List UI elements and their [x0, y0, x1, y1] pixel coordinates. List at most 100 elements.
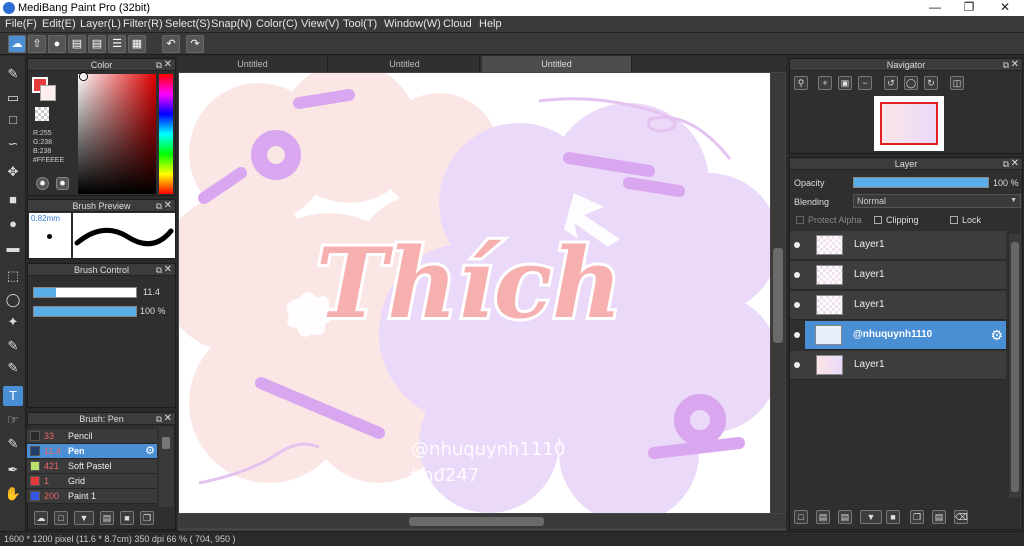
brush-item-pencil[interactable]: 33 Pencil — [27, 429, 157, 444]
brush-item-grid[interactable]: 1 Grid — [27, 474, 157, 489]
brush-list-scrollbar[interactable] — [159, 427, 173, 507]
hand-tool-icon[interactable]: ✋ — [3, 484, 23, 504]
layer-row[interactable]: Layer1 — [790, 231, 1006, 260]
minimize-icon[interactable]: — — [918, 0, 952, 16]
navigator-viewport[interactable] — [880, 102, 938, 145]
rotate-reset-icon[interactable]: ◯ — [904, 76, 918, 90]
text-tool-icon[interactable]: T — [3, 386, 23, 406]
gradient-tool-icon[interactable]: ▬ — [3, 238, 23, 258]
hue-slider[interactable] — [159, 74, 173, 194]
visibility-eye-icon[interactable] — [794, 242, 800, 248]
flip-icon[interactable]: ◫ — [950, 76, 964, 90]
float-icon[interactable]: ⧉ — [156, 200, 162, 212]
layer-row[interactable]: Layer1 — [790, 351, 1006, 380]
transparent-swatch[interactable] — [35, 107, 49, 121]
horizontal-scrollbar[interactable] — [179, 514, 786, 528]
protect-alpha-checkbox[interactable] — [796, 216, 804, 224]
dot-tool-icon[interactable]: ∽ — [3, 134, 23, 154]
delete-layer-icon[interactable]: ⌫ — [954, 510, 968, 524]
float-icon[interactable]: ⧉ — [1003, 59, 1009, 71]
brush-size-slider[interactable] — [33, 287, 137, 298]
layer-settings-gear-icon[interactable]: ⚙ — [990, 327, 1003, 344]
color-picker-cursor[interactable] — [80, 73, 87, 80]
menu-file[interactable]: File(F) — [5, 18, 37, 30]
list-icon[interactable]: ☰ — [108, 35, 126, 53]
move-tool-icon[interactable]: ✥ — [3, 162, 23, 182]
operation-tool-icon[interactable]: ☞ — [3, 410, 23, 430]
brush-item-paint-1[interactable]: 200 Paint 1 — [27, 489, 157, 504]
duplicate-layer-icon[interactable]: ❐ — [910, 510, 924, 524]
share-icon[interactable]: ⇧ — [28, 35, 46, 53]
color-wheel-icon[interactable]: ✹ — [36, 177, 49, 190]
merge-layer-icon[interactable]: ▤ — [932, 510, 946, 524]
layer-opacity-slider[interactable] — [853, 177, 989, 188]
rectangle-tool-icon[interactable]: □ — [3, 110, 23, 130]
menu-layer[interactable]: Layer(L) — [80, 18, 121, 30]
select-rect-icon[interactable]: ⬚ — [3, 266, 23, 286]
menu-select[interactable]: Select(S) — [165, 18, 210, 30]
close-icon[interactable]: ✕ — [164, 200, 172, 212]
magic-wand-icon[interactable]: ✦ — [3, 312, 23, 332]
close-icon[interactable]: ✕ — [164, 413, 172, 425]
close-icon[interactable]: ✕ — [164, 264, 172, 276]
menu-filter[interactable]: Filter(R) — [123, 18, 163, 30]
rotate-right-icon[interactable]: ↻ — [924, 76, 938, 90]
menu-snap[interactable]: Snap(N) — [211, 18, 252, 30]
close-icon[interactable]: ✕ — [1011, 59, 1019, 71]
zoom-out-icon[interactable]: − — [858, 76, 872, 90]
layer-row[interactable]: Layer1 — [790, 261, 1006, 290]
horizontal-scroll-thumb[interactable] — [409, 517, 544, 526]
menu-view[interactable]: View(V) — [301, 18, 339, 30]
fit-window-icon[interactable]: ▣ — [838, 76, 852, 90]
color-saturation-field[interactable] — [78, 74, 156, 194]
visibility-eye-icon[interactable] — [794, 332, 800, 338]
close-icon[interactable]: ✕ — [164, 59, 172, 71]
pen-nib-icon[interactable]: ✒ — [3, 460, 23, 480]
brush-tool-icon[interactable]: ✎ — [3, 64, 23, 84]
vertical-scroll-thumb[interactable] — [773, 248, 783, 343]
layer-row[interactable]: Layer1 — [790, 291, 1006, 320]
new-layer-color-icon[interactable]: ▤ — [816, 510, 830, 524]
brush-item-soft-pastel[interactable]: 421 Soft Pastel — [27, 459, 157, 474]
layer-folder-icon[interactable]: ■ — [886, 510, 900, 524]
palette-icon[interactable]: ✹ — [56, 177, 69, 190]
menu-window[interactable]: Window(W) — [384, 18, 441, 30]
drawing-canvas[interactable]: Thích @nhuquynh1110 #hđ247 — [179, 73, 770, 513]
zoom-in-icon[interactable]: + — [818, 76, 832, 90]
comment-icon[interactable]: ● — [48, 35, 66, 53]
document-icon[interactable]: ▤ — [88, 35, 106, 53]
menu-edit[interactable]: Edit(E) — [42, 18, 76, 30]
grid-icon[interactable]: ▦ — [128, 35, 146, 53]
redo-icon[interactable]: ↷ — [186, 35, 204, 53]
secondary-color-swatch[interactable] — [40, 85, 56, 101]
visibility-eye-icon[interactable] — [794, 362, 800, 368]
float-icon[interactable]: ⧉ — [156, 413, 162, 425]
new-layer-icon[interactable]: □ — [794, 510, 808, 524]
lock-checkbox[interactable] — [950, 216, 958, 224]
eyedropper-icon[interactable]: ✎ — [3, 434, 23, 454]
menu-help[interactable]: Help — [479, 18, 502, 30]
blending-select[interactable]: Normal ▼ — [853, 194, 1021, 208]
brush-doc-icon[interactable]: ▤ — [100, 511, 114, 525]
tab-untitled-2[interactable]: Untitled — [330, 56, 480, 72]
tab-untitled-1[interactable]: Untitled — [178, 56, 328, 72]
float-icon[interactable]: ⧉ — [156, 59, 162, 71]
restore-icon[interactable]: ❐ — [952, 0, 986, 16]
menu-cloud[interactable]: Cloud — [443, 18, 472, 30]
vertical-scrollbar[interactable] — [771, 73, 785, 513]
brush-item-pen[interactable]: 11.4 Pen ⚙ — [27, 444, 157, 459]
visibility-eye-icon[interactable] — [794, 302, 800, 308]
eraser-tool-icon[interactable]: ▭ — [3, 88, 23, 108]
fill-rect-tool-icon[interactable]: ■ — [3, 190, 23, 210]
cloud-icon[interactable]: ☁ — [8, 35, 26, 53]
clipping-checkbox[interactable] — [874, 216, 882, 224]
brush-add-menu-icon[interactable]: ▼ — [74, 511, 94, 525]
visibility-eye-icon[interactable] — [794, 272, 800, 278]
message-icon[interactable]: ▤ — [68, 35, 86, 53]
layer-list-scrollbar[interactable] — [1009, 234, 1021, 498]
close-window-icon[interactable]: ✕ — [988, 0, 1022, 16]
float-icon[interactable]: ⧉ — [156, 264, 162, 276]
menu-tool[interactable]: Tool(T) — [343, 18, 377, 30]
lasso-icon[interactable]: ◯ — [3, 290, 23, 310]
navigator-thumbnail[interactable] — [874, 96, 944, 151]
